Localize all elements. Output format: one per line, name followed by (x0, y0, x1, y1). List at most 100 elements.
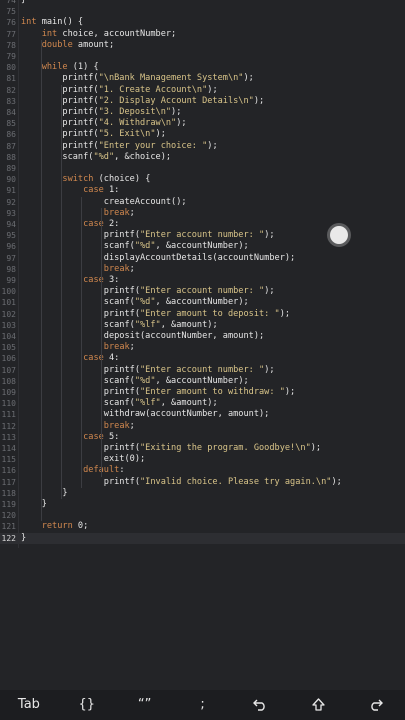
line-number: 88 (6, 152, 16, 162)
line-code: printf("Enter account number: "); (103, 230, 275, 241)
line-number: 93 (6, 208, 16, 218)
line-number: 110 (1, 399, 16, 409)
line-number: 92 (6, 197, 16, 207)
code-line[interactable]: 121 return 0; (0, 521, 405, 532)
line-code: withdraw(accountNumber, amount); (21, 409, 270, 420)
line-number: 107 (1, 365, 16, 375)
code-editor[interactable]: 74} 75 76 int main() {77 int choice, accoun… (0, 0, 405, 690)
line-number: 85 (6, 119, 16, 129)
line-number: 86 (6, 130, 16, 140)
line-number: 82 (6, 85, 16, 95)
line-number: 96 (6, 242, 16, 252)
line-code: printf("4. Withdraw\n"); (21, 118, 187, 129)
line-code: case 3: (83, 275, 120, 285)
line-code: displayAccountDetails(accountNumber); (21, 252, 296, 263)
line-number: 119 (1, 500, 16, 509)
code-line[interactable]: 122} (0, 532, 405, 544)
code-line[interactable]: 120 (0, 510, 405, 521)
indent-guide (41, 39, 42, 522)
line-number: 90 (6, 175, 16, 185)
extra-keys-toolbar: Tab {} “” ; (0, 690, 405, 720)
code-line[interactable]: 78 double amount; (0, 40, 405, 51)
line-code: printf("Invalid choice. Please try again… (103, 476, 342, 487)
line-number: 112 (1, 421, 16, 431)
line-number: 87 (6, 141, 16, 151)
line-number: 121 (1, 522, 16, 532)
line-number: 117 (1, 477, 16, 487)
line-number: 108 (1, 376, 16, 386)
line-number: 115 (1, 455, 16, 465)
line-number: 94 (6, 220, 16, 229)
line-code: createAccount(); (21, 196, 187, 207)
line-number: 101 (1, 298, 16, 308)
indent-guide (61, 84, 62, 499)
code-line[interactable]: 79 (0, 51, 405, 62)
line-code: exit(0); (21, 454, 146, 465)
line-number: 116 (1, 466, 16, 476)
line-code: scanf("%d", &accountNumber); (21, 375, 249, 386)
redo-icon (369, 697, 384, 712)
line-number: 104 (1, 332, 16, 341)
code-line[interactable]: 76 int main() { (0, 17, 405, 28)
line-code: } (21, 499, 47, 509)
line-code: scanf("%lf", &amount); (21, 398, 218, 409)
shift-button[interactable] (289, 690, 347, 720)
line-code: printf("Exiting the program. Goodbye!\n"… (103, 443, 322, 453)
line-number: 114 (1, 444, 16, 453)
quotes-key-button[interactable]: “” (116, 690, 174, 720)
line-code: printf("2. Display Account Details\n"); (21, 95, 265, 106)
line-number: 103 (1, 320, 16, 330)
line-code: break; (103, 342, 135, 353)
code-line[interactable]: 80 while (1) { (0, 62, 405, 73)
braces-key-button[interactable]: {} (58, 690, 116, 720)
line-code: double amount; (41, 39, 115, 50)
line-code: printf("5. Exit\n"); (21, 129, 166, 140)
line-code: printf("Enter amount to withdraw: "); (103, 387, 296, 397)
line-number: 81 (6, 74, 16, 84)
line-code: return 0; (41, 521, 89, 532)
line-number: 97 (6, 253, 16, 263)
line-number: 100 (1, 287, 16, 297)
line-code: scanf("%d", &accountNumber); (21, 297, 249, 308)
line-code: scanf("%d", &choice); (21, 151, 172, 162)
code-line[interactable]: 81 printf("\nBank Management System\n"); (0, 73, 405, 84)
line-code: printf("Enter account number: "); (103, 364, 275, 375)
line-number: 102 (1, 309, 16, 319)
semicolon-key-button[interactable]: ; (174, 690, 232, 720)
line-number: 111 (1, 410, 16, 420)
line-code: case 4: (83, 353, 120, 364)
line-code: printf("\nBank Management System\n"); (21, 73, 254, 84)
line-number: 120 (1, 511, 16, 521)
undo-icon (253, 697, 267, 712)
line-number: 95 (6, 231, 16, 241)
line-code: printf("Enter your choice: "); (21, 140, 218, 151)
line-code: scanf("%lf", &amount); (21, 319, 218, 330)
code-line[interactable]: 119 } (0, 499, 405, 510)
line-number: 118 (1, 488, 16, 498)
line-number: 78 (6, 40, 16, 50)
line-number: 89 (6, 164, 16, 173)
line-number: 98 (6, 264, 16, 274)
line-code: printf("Enter account number: "); (103, 286, 275, 297)
line-code: break; (103, 420, 135, 431)
line-number: 77 (6, 29, 16, 39)
undo-button[interactable] (231, 690, 289, 720)
line-code: break; (103, 263, 135, 274)
line-number: 105 (1, 343, 16, 353)
line-number: 91 (6, 186, 16, 196)
code-line[interactable]: 77 int choice, accountNumber; (0, 29, 405, 40)
line-code: case 1: (83, 185, 120, 196)
line-number: 84 (6, 108, 16, 117)
indent-guide (101, 207, 102, 477)
touch-cursor-handle[interactable] (330, 226, 348, 244)
line-number: 83 (6, 96, 16, 106)
line-code: } (21, 532, 27, 543)
line-number: 75 (6, 7, 16, 17)
tab-key-button[interactable]: Tab (0, 690, 58, 720)
line-number: 79 (6, 52, 16, 61)
code-line[interactable]: 75 (0, 6, 405, 17)
line-number: 122 (1, 533, 16, 543)
line-code: while (1) { (41, 62, 99, 73)
line-code: case 5: (83, 431, 120, 442)
redo-button[interactable] (347, 690, 405, 720)
